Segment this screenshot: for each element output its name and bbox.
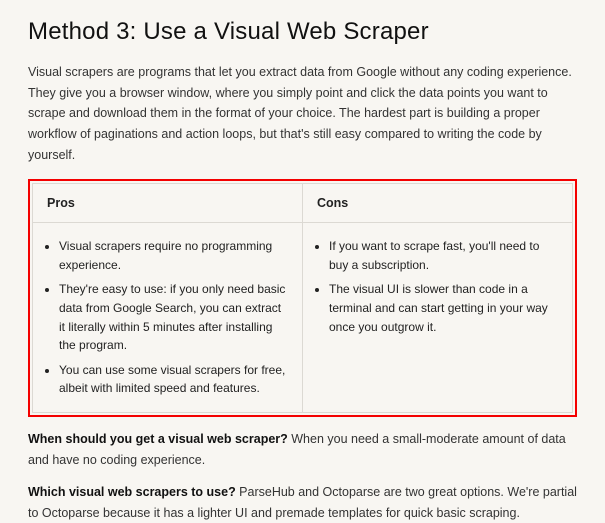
list-item: You can use some visual scrapers for fre… xyxy=(59,361,286,398)
which-lead: Which visual web scrapers to use? xyxy=(28,485,236,499)
pros-list: Visual scrapers require no programming e… xyxy=(45,237,286,398)
list-item: If you want to scrape fast, you'll need … xyxy=(329,237,556,274)
section-heading: Method 3: Use a Visual Web Scraper xyxy=(28,18,577,46)
list-item: Visual scrapers require no programming e… xyxy=(59,237,286,274)
pros-cons-table: Pros Cons Visual scrapers require no pro… xyxy=(32,183,573,413)
cons-header: Cons xyxy=(303,184,573,223)
which-paragraph: Which visual web scrapers to use? ParseH… xyxy=(28,482,577,523)
pros-cell: Visual scrapers require no programming e… xyxy=(33,223,303,413)
when-lead: When should you get a visual web scraper… xyxy=(28,432,288,446)
cons-list: If you want to scrape fast, you'll need … xyxy=(315,237,556,336)
intro-paragraph: Visual scrapers are programs that let yo… xyxy=(28,62,577,165)
pros-header: Pros xyxy=(33,184,303,223)
cons-cell: If you want to scrape fast, you'll need … xyxy=(303,223,573,413)
when-paragraph: When should you get a visual web scraper… xyxy=(28,429,577,470)
list-item: The visual UI is slower than code in a t… xyxy=(329,280,556,336)
pros-cons-highlight-box: Pros Cons Visual scrapers require no pro… xyxy=(28,179,577,417)
list-item: They're easy to use: if you only need ba… xyxy=(59,280,286,354)
